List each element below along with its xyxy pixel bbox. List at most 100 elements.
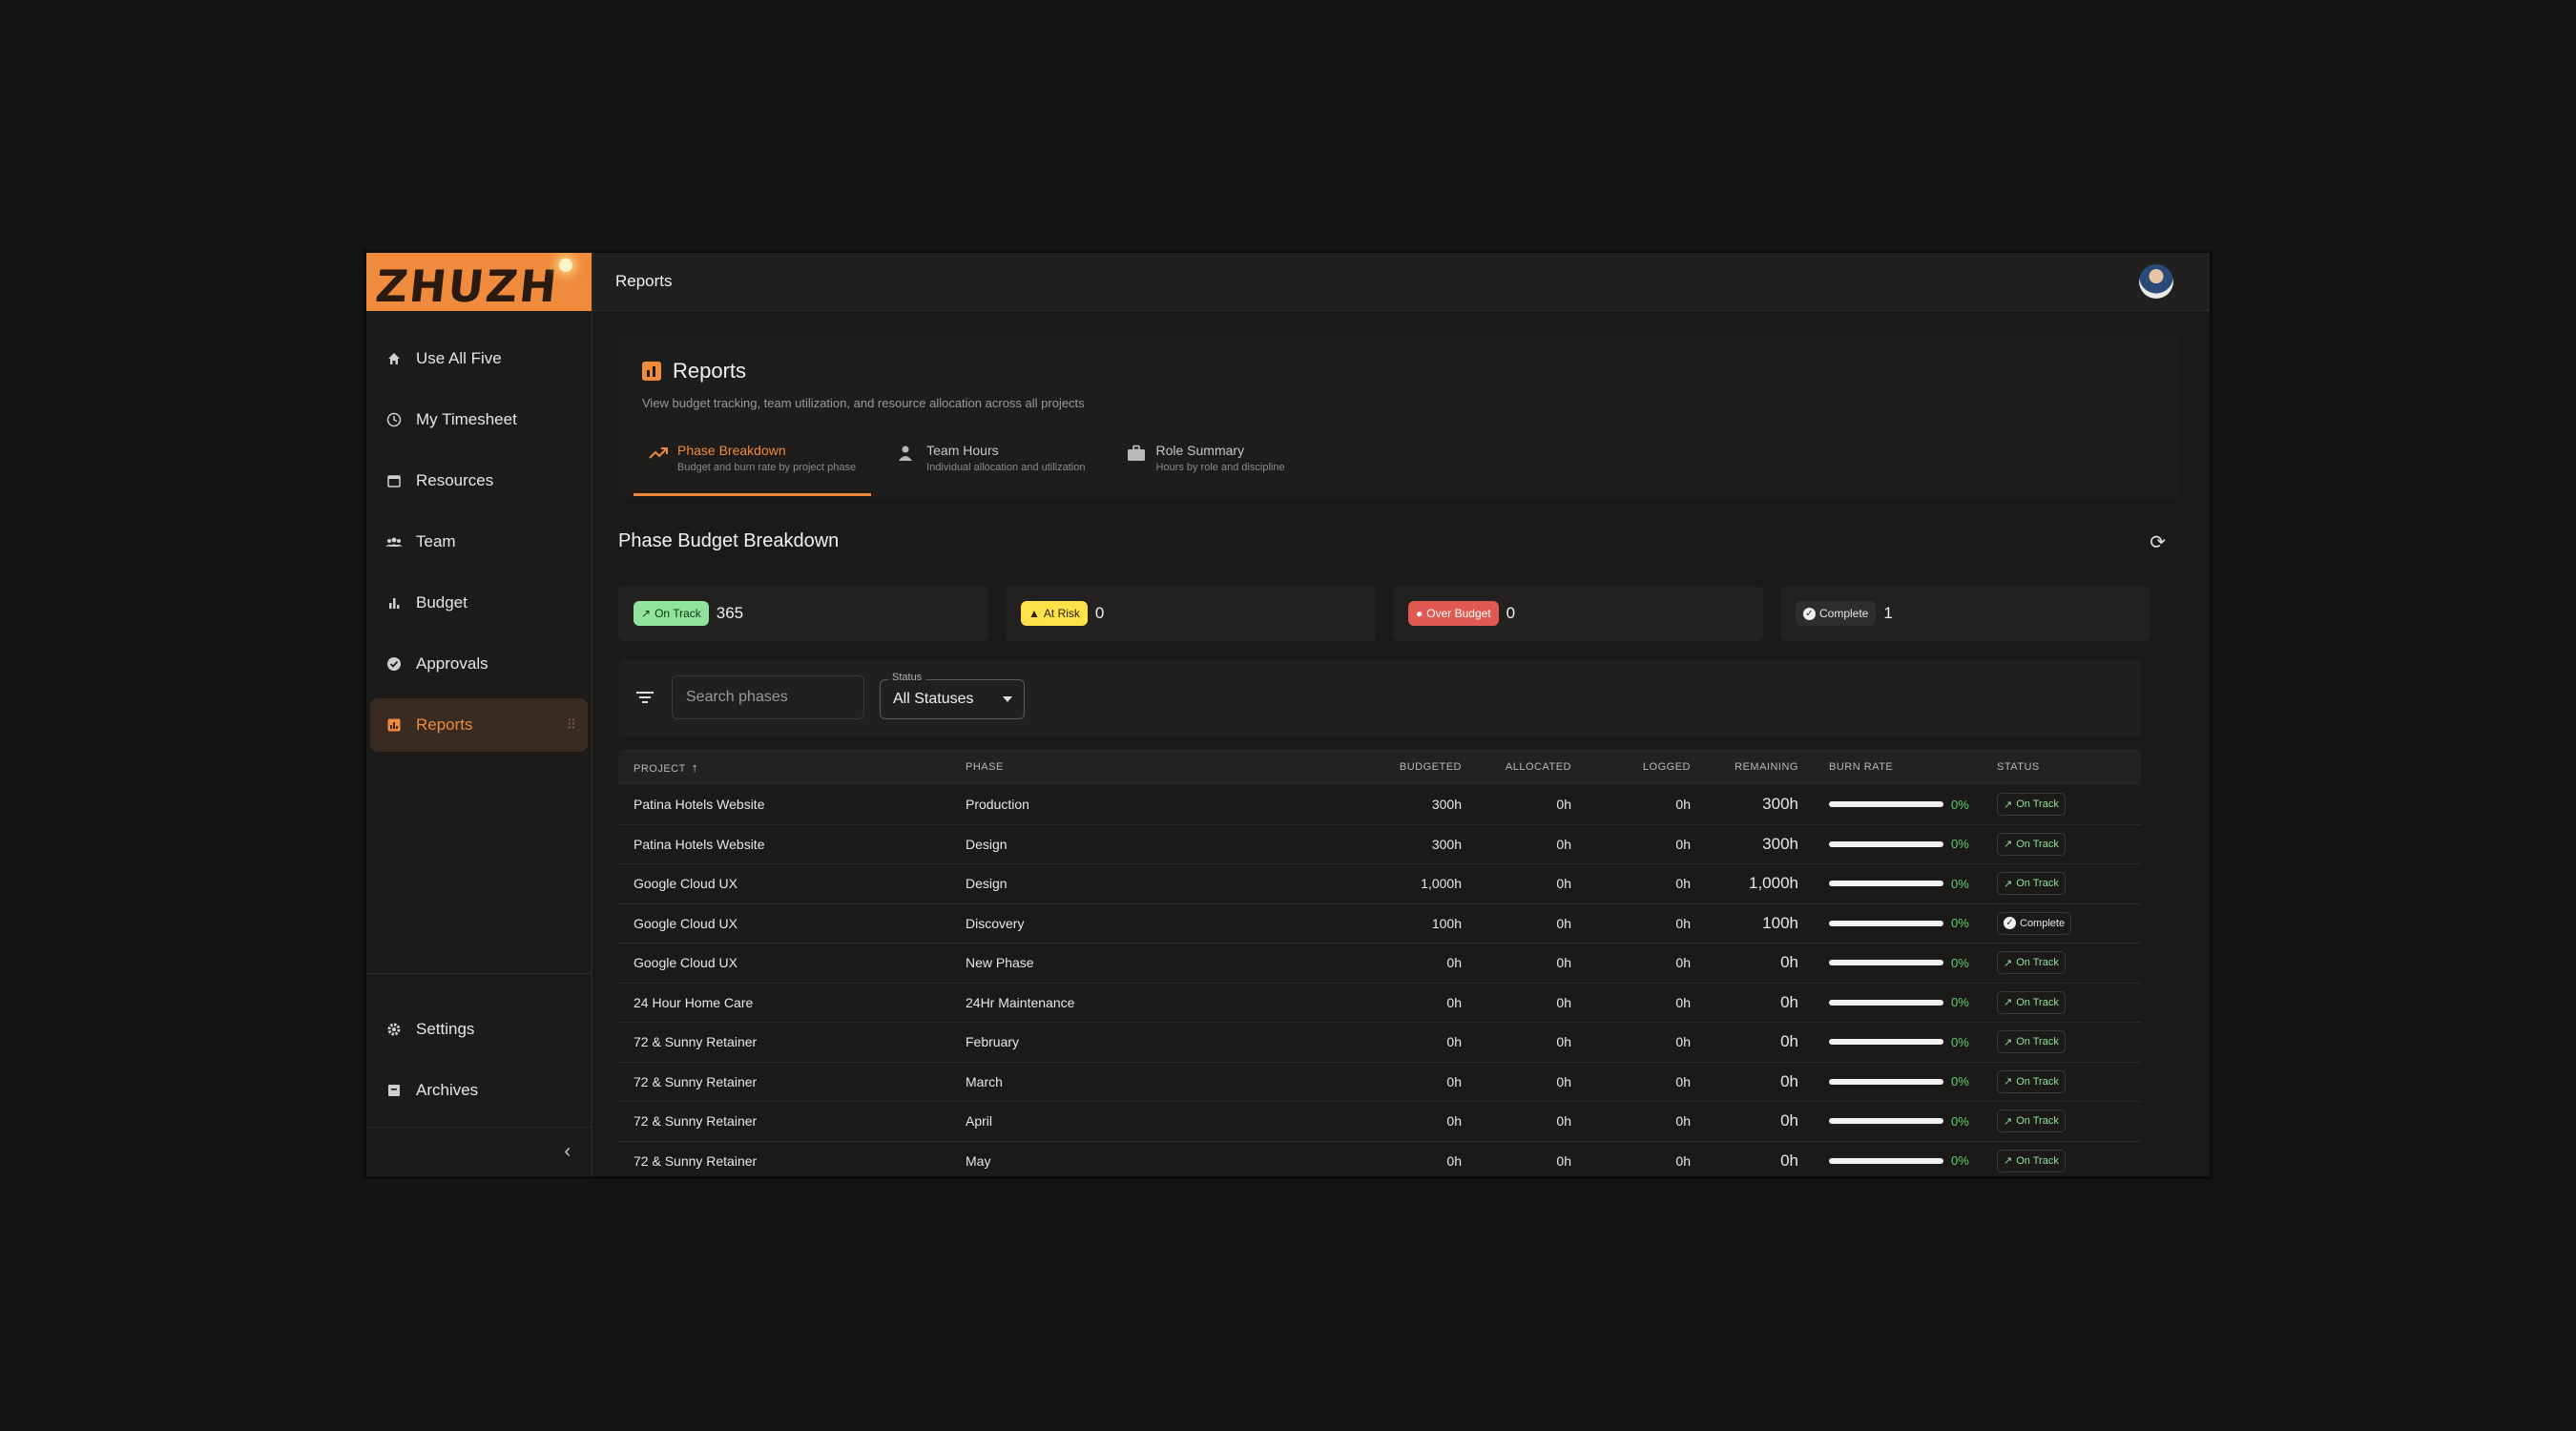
sidebar-item-team[interactable]: Team	[370, 515, 588, 569]
sidebar-item-budget[interactable]: Budget	[370, 576, 588, 630]
table-row[interactable]: Google Cloud UX Discovery 100h 0h 0h 100h 0% ✓ C…	[618, 904, 2141, 944]
badge-label: On Track	[654, 607, 701, 620]
cell-phase: Discovery	[966, 915, 1025, 931]
table-row[interactable]: Google Cloud UX Design 1,000h 0h 0h 1,000h 0% ↗…	[618, 864, 2141, 904]
column-header-allocated[interactable]: ALLOCATED	[1462, 761, 1571, 773]
status-label: On Track	[2016, 957, 2059, 969]
briefcase-icon	[1127, 445, 1146, 462]
tab-phase-breakdown[interactable]: Phase Breakdown Budget and burn rate by …	[634, 433, 872, 496]
trending-up-icon	[649, 445, 668, 462]
column-header-phase[interactable]: PHASE	[966, 761, 1313, 773]
status-badge: ✓ Complete	[1997, 911, 2072, 935]
status-summary: ↗ On Track 365 ▲ At Risk 0 ● Over Budget 0 …	[618, 586, 2150, 641]
logo[interactable]: ZHUZH	[366, 253, 592, 311]
sidebar: ZHUZH Use All Five My Timesheet Resource…	[366, 253, 592, 1176]
summary-count: 1	[1883, 604, 1893, 622]
status-badge: ✓ Complete	[1796, 601, 1877, 626]
trending-up-icon: ↗	[2004, 1036, 2013, 1048]
cell-remaining: 0h	[1780, 953, 1798, 972]
trending-up-icon: ↗	[2004, 878, 2013, 890]
avatar[interactable]	[2139, 264, 2173, 299]
summary-card-on-track[interactable]: ↗ On Track 365	[618, 586, 988, 641]
sidebar-item-settings[interactable]: Settings	[370, 1003, 588, 1056]
cell-logged: 0h	[1675, 797, 1691, 813]
tab-team-hours[interactable]: Team Hours Individual allocation and uti…	[883, 433, 1100, 496]
burn-rate-value: 0%	[1951, 955, 1969, 970]
cell-status: ↗ On Track	[1997, 793, 2141, 817]
cell-logged: 0h	[1675, 994, 1691, 1010]
column-header-burn-rate[interactable]: BURN RATE	[1798, 761, 1997, 773]
main-content: Reports View budget tracking, team utili…	[592, 311, 2210, 1176]
column-header-status[interactable]: STATUS	[1997, 761, 2141, 773]
search-input[interactable]	[672, 675, 864, 719]
cell-phase: Design	[966, 836, 1008, 852]
badge-label: Over Budget	[1426, 607, 1491, 620]
cell-status: ↗ On Track	[1997, 951, 2141, 975]
summary-card-complete[interactable]: ✓ Complete 1	[1780, 586, 2150, 641]
reports-subtitle: View budget tracking, team utilization, …	[642, 396, 1085, 410]
status-label: On Track	[2016, 996, 2059, 1008]
cell-project: Patina Hotels Website	[634, 797, 765, 813]
status-label: On Track	[2016, 878, 2059, 890]
cell-status: ↗ On Track	[1997, 832, 2141, 856]
cell-status: ↗ On Track	[1997, 872, 2141, 896]
table-row[interactable]: 72 & Sunny Retainer February 0h 0h 0h 0h 0% ↗ On…	[618, 1023, 2141, 1063]
sidebar-item-resources[interactable]: Resources	[370, 454, 588, 508]
check-circle-icon	[385, 655, 403, 673]
summary-count: 365	[716, 604, 744, 622]
status-label: On Track	[2016, 798, 2059, 811]
table-row[interactable]: Google Cloud UX New Phase 0h 0h 0h 0h 0% ↗ On Tr…	[618, 944, 2141, 984]
sidebar-bottom-nav: Settings Archives	[366, 973, 592, 1117]
refresh-icon[interactable]: ⟳	[2150, 530, 2166, 554]
table-row[interactable]: Patina Hotels Website Design 300h 0h 0h 300h 0…	[618, 825, 2141, 864]
cell-project: 72 & Sunny Retainer	[634, 1034, 758, 1050]
cell-phase: Design	[966, 876, 1008, 892]
status-badge: ↗ On Track	[1997, 1069, 2066, 1093]
summary-card-over-budget[interactable]: ● Over Budget 0	[1393, 586, 1763, 641]
chevron-left-icon[interactable]: ‹	[564, 1141, 571, 1163]
cell-logged: 0h	[1675, 1113, 1691, 1130]
sidebar-item-approvals[interactable]: Approvals	[370, 637, 588, 691]
table-row[interactable]: 24 Hour Home Care 24Hr Maintenance 0h 0h 0h 0…	[618, 984, 2141, 1023]
cell-remaining: 0h	[1780, 1151, 1798, 1170]
cell-project: Google Cloud UX	[634, 876, 737, 892]
table-row[interactable]: 72 & Sunny Retainer March 0h 0h 0h 0h 0% ↗ On Tr…	[618, 1063, 2141, 1102]
column-header-logged[interactable]: LOGGED	[1571, 761, 1691, 773]
tab-role-summary[interactable]: Role Summary Hours by role and disciplin…	[1111, 433, 1299, 496]
sidebar-item-archives[interactable]: Archives	[370, 1064, 588, 1117]
status-label: On Track	[2016, 1154, 2059, 1167]
sidebar-item-my-timesheet[interactable]: My Timesheet	[370, 393, 588, 446]
table-row[interactable]: Patina Hotels Website Production 300h 0h 0h 3…	[618, 785, 2141, 825]
burn-rate-value: 0%	[1951, 797, 1969, 812]
column-header-budgeted[interactable]: BUDGETED	[1313, 761, 1462, 773]
status-label: On Track	[2016, 838, 2059, 850]
cell-allocated: 0h	[1556, 955, 1571, 971]
cell-logged: 0h	[1675, 955, 1691, 971]
sidebar-item-reports[interactable]: Reports ⠿	[370, 698, 588, 752]
table-row[interactable]: 72 & Sunny Retainer May 0h 0h 0h 0h 0% ↗ On Trac…	[618, 1142, 2141, 1177]
page-title: Reports	[615, 272, 673, 290]
status-badge: ↗ On Track	[1997, 793, 2066, 817]
cell-allocated: 0h	[1556, 1152, 1571, 1169]
column-header-project[interactable]: PROJECT ↑	[618, 760, 966, 775]
status-label: On Track	[2016, 1075, 2059, 1088]
status-select-value: All Statuses	[893, 691, 974, 707]
burn-rate-bar	[1829, 920, 1943, 926]
table-row[interactable]: 72 & Sunny Retainer April 0h 0h 0h 0h 0% ↗ On Tr…	[618, 1102, 2141, 1142]
summary-card-at-risk[interactable]: ▲ At Risk 0	[1006, 586, 1376, 641]
report-icon	[385, 716, 403, 734]
sidebar-nav: Use All Five My Timesheet Resources Team…	[366, 332, 592, 752]
sidebar-item-use-all-five[interactable]: Use All Five	[370, 332, 588, 385]
drag-handle-icon[interactable]: ⠿	[567, 717, 576, 734]
cell-logged: 0h	[1675, 915, 1691, 931]
cell-phase: March	[966, 1073, 1003, 1089]
status-select[interactable]: Status All Statuses	[880, 672, 1025, 719]
check-circle-icon: ✓	[1803, 607, 1816, 620]
table-body: Patina Hotels Website Production 300h 0h 0h 3…	[618, 785, 2141, 1177]
section-title: Phase Budget Breakdown	[618, 530, 840, 551]
column-header-remaining[interactable]: REMAINING	[1691, 761, 1798, 773]
filter-icon[interactable]	[635, 689, 654, 708]
cell-allocated: 0h	[1556, 836, 1571, 852]
warning-icon: ▲	[1028, 607, 1040, 620]
cell-budgeted: 300h	[1431, 836, 1462, 852]
